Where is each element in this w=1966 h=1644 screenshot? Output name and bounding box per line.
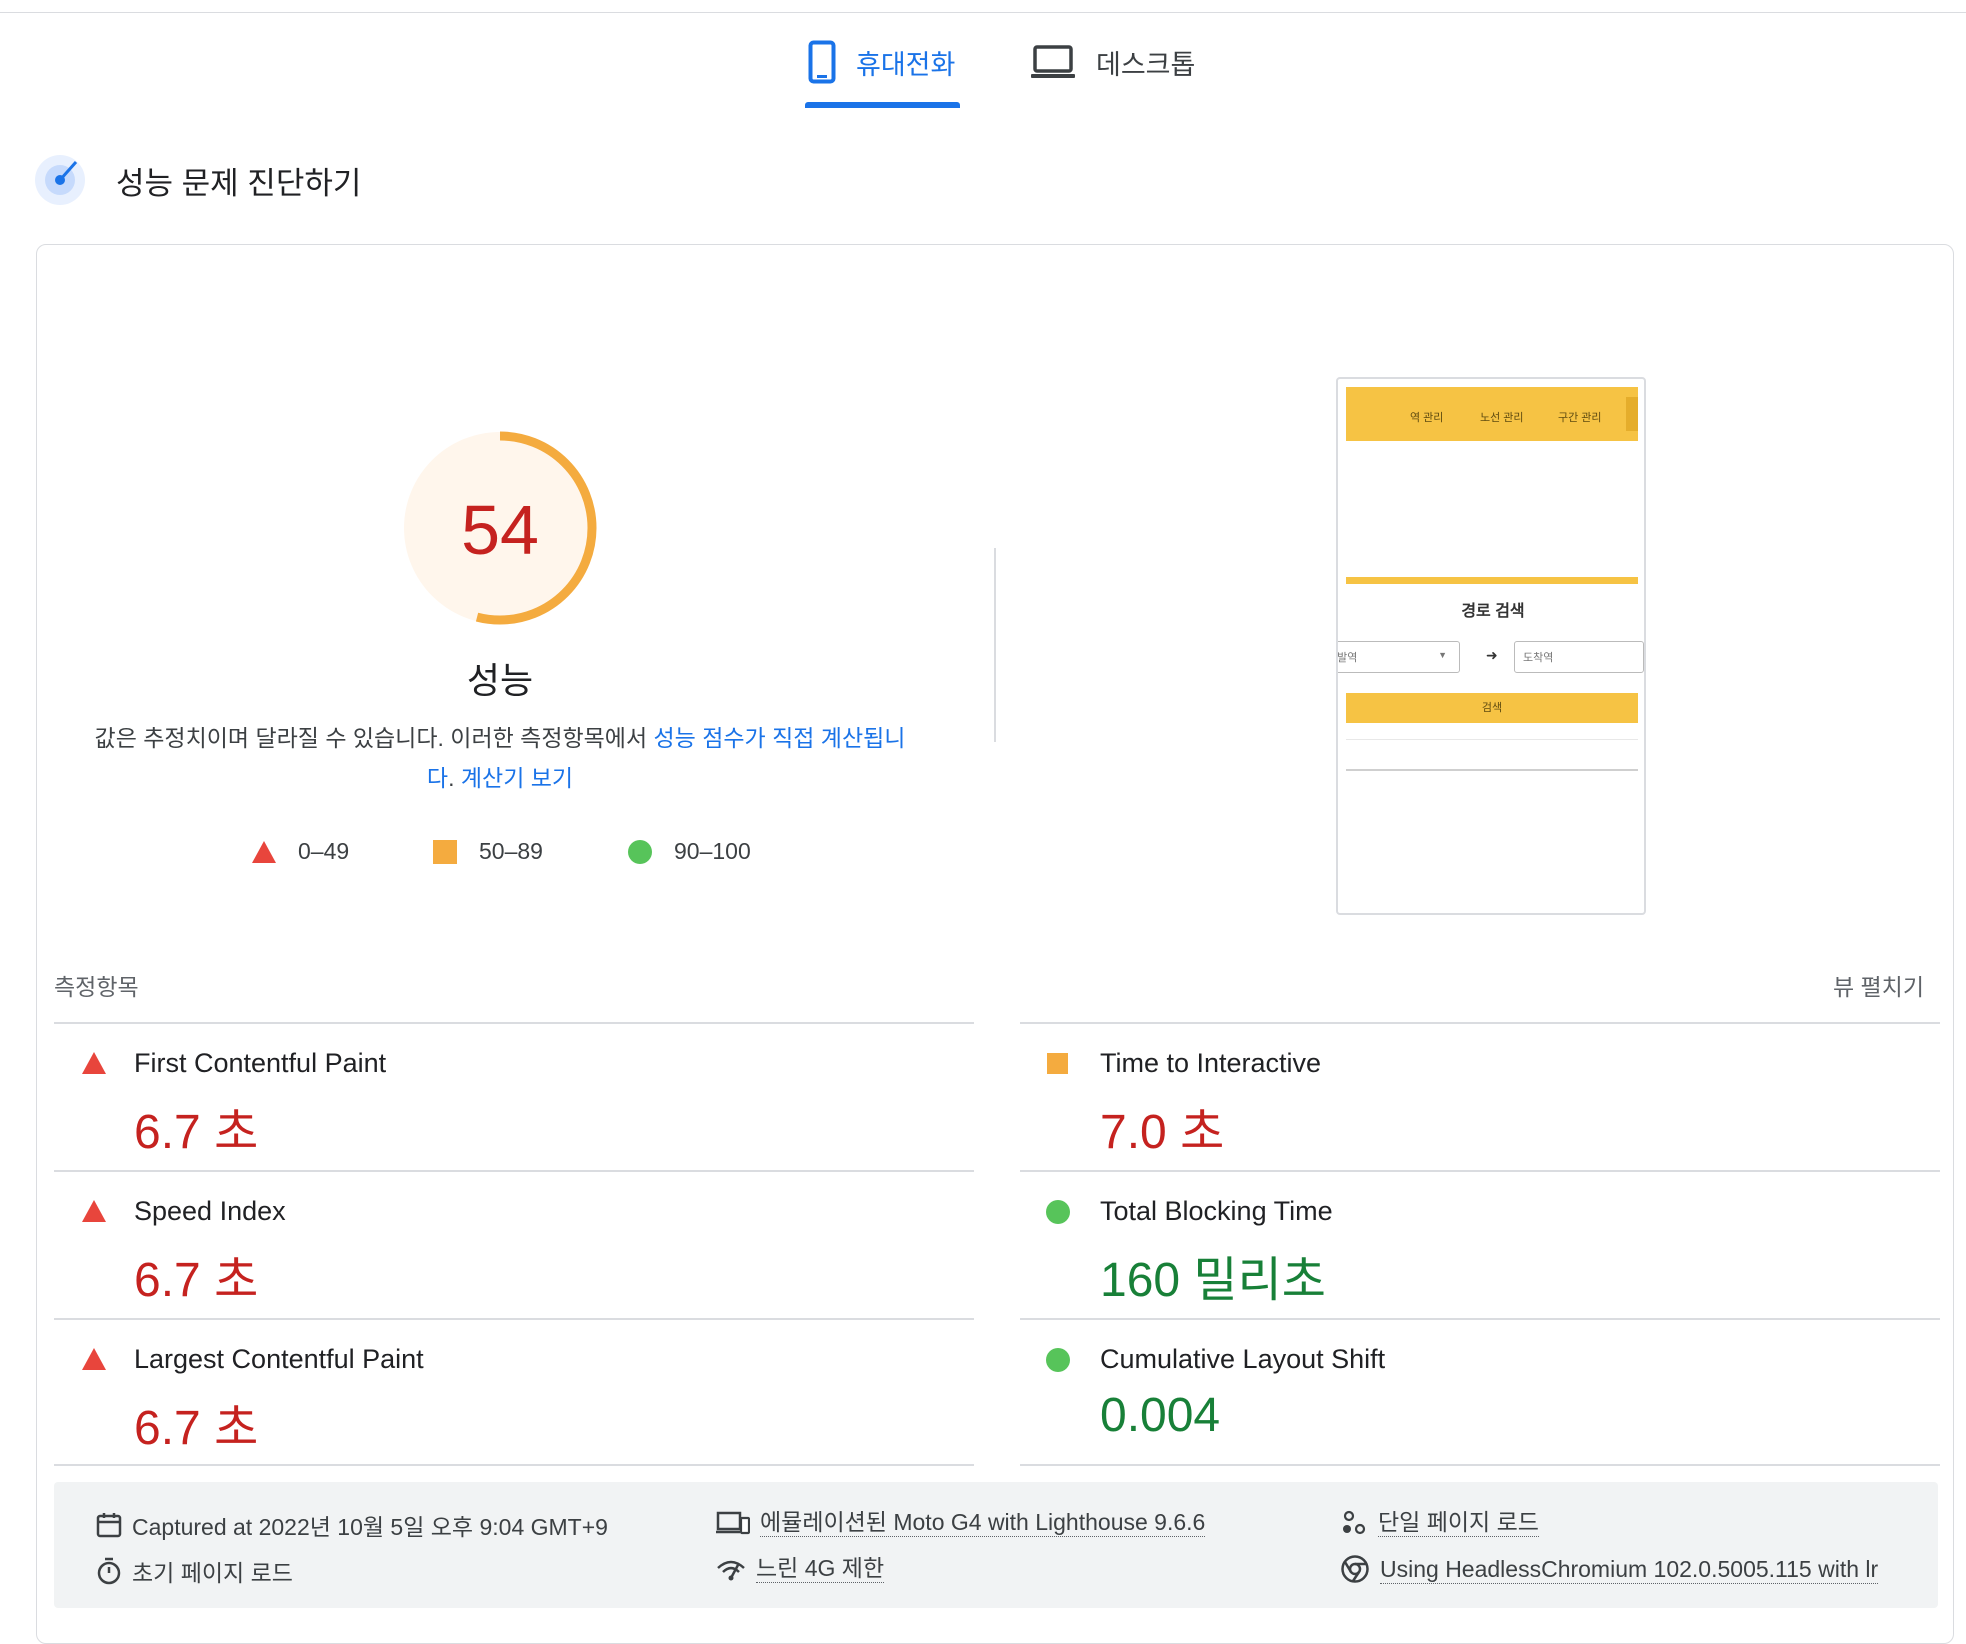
tab-mobile-label: 휴대전화 xyxy=(856,49,956,80)
stopwatch-icon xyxy=(97,1557,121,1585)
metric-value-lcp: 6.7 초 xyxy=(134,1402,259,1455)
metric-name-cls: Cumulative Layout Shift xyxy=(1100,1344,1386,1374)
network-throttling-text: 느린 4G 제한 xyxy=(756,1555,885,1583)
calendar-icon xyxy=(96,1513,122,1538)
chevron-down-icon: ▼ xyxy=(1438,650,1447,660)
metric-divider xyxy=(1020,1170,1940,1172)
arrow-right-icon: ➜ xyxy=(1486,647,1498,663)
metric-name-tti: Time to Interactive xyxy=(1100,1048,1322,1078)
metric-name-fcp: First Contentful Paint xyxy=(134,1048,387,1078)
metric-divider xyxy=(54,1318,974,1320)
metric-divider xyxy=(54,1022,974,1024)
thumb-navbar: 역 관리 노선 관리 구간 관리 xyxy=(1346,387,1638,441)
triangle-icon xyxy=(82,1348,106,1370)
legend-range: 50–89 xyxy=(479,838,543,864)
triangle-icon xyxy=(82,1052,106,1074)
chrome-icon xyxy=(1341,1555,1369,1583)
metric-divider xyxy=(1020,1022,1940,1024)
thumb-search-button: 검색 xyxy=(1346,693,1638,723)
legend-item-good: 90–100 xyxy=(628,838,751,865)
active-tab-indicator xyxy=(805,102,960,108)
thumb-nav-item: 역 관리 xyxy=(1410,412,1444,424)
captured-at-text: Captured at 2022년 10월 5일 오후 9:04 GMT+9 xyxy=(132,1514,608,1540)
triangle-icon xyxy=(82,1200,106,1222)
metric-value-fcp: 6.7 초 xyxy=(134,1106,259,1159)
metric-divider xyxy=(54,1170,974,1172)
metric-name-tbt: Total Blocking Time xyxy=(1100,1196,1333,1226)
description-text: 값은 추정치이며 달라질 수 있습니다. 이러한 측정항목에서 xyxy=(94,725,654,751)
metric-divider xyxy=(1020,1318,1940,1320)
performance-score: 54 xyxy=(461,491,539,569)
single-page-load[interactable]: 단일 페이지 로드 xyxy=(1340,1508,1539,1537)
thumb-nav-item: 노선 관리 xyxy=(1480,412,1524,424)
thumb-arrival-input: 도착역 xyxy=(1514,641,1644,673)
circle-icon xyxy=(1046,1200,1070,1224)
thumb-divider xyxy=(1346,769,1638,771)
metric-divider xyxy=(54,1464,974,1466)
legend-range: 0–49 xyxy=(298,838,350,864)
circle-icon xyxy=(628,839,652,864)
emulated-device-text: 에뮬레이션된 Moto G4 with Lighthouse 9.6.6 xyxy=(760,1509,1206,1537)
top-divider xyxy=(0,12,1966,13)
metric-value-cls: 0.004 xyxy=(1100,1389,1221,1442)
metrics-header: 측정항목 xyxy=(54,974,139,1000)
legend-range: 90–100 xyxy=(674,838,751,864)
thumb-nav-item: 구간 관리 xyxy=(1558,412,1602,424)
runtime-settings xyxy=(54,1482,1938,1608)
devices-icon xyxy=(716,1511,750,1534)
tab-desktop[interactable]: 데스크톱 xyxy=(1030,40,1195,84)
captured-at: Captured at 2022년 10월 5일 오후 9:04 GMT+9 xyxy=(96,1508,608,1542)
section-title: 성능 문제 진단하기 xyxy=(116,166,362,201)
initial-page-load-text: 초기 페이지 로드 xyxy=(132,1560,293,1586)
square-icon xyxy=(433,839,457,864)
legend-item-average: 50–89 xyxy=(433,838,543,865)
initial-page-load: 초기 페이지 로드 xyxy=(96,1554,293,1588)
final-screenshot: 역 관리 노선 관리 구간 관리 경로 검색 출발역 ▼ ➜ 도착역 검색 xyxy=(1336,377,1646,915)
expand-view-toggle[interactable]: 뷰 펼치기 xyxy=(1833,968,1924,1002)
thumb-accent-bar xyxy=(1346,577,1638,584)
thumb-departure-select: 출발역 ▼ xyxy=(1337,641,1460,673)
calculator-link[interactable]: 계산기 보기 xyxy=(461,765,573,791)
metric-name-lcp: Largest Contentful Paint xyxy=(134,1344,424,1374)
vertical-divider xyxy=(994,548,996,742)
signal-icon xyxy=(717,1560,745,1580)
metric-value-tbt: 160 밀리초 xyxy=(1100,1254,1326,1307)
metric-value-si: 6.7 초 xyxy=(134,1254,259,1307)
thumb-title: 경로 검색 xyxy=(1461,603,1525,620)
thumb-departure-text: 출발역 xyxy=(1337,652,1358,664)
sessions-icon xyxy=(1343,1510,1366,1534)
laptop-icon xyxy=(1031,45,1075,78)
circle-icon xyxy=(1046,1348,1070,1372)
report-card xyxy=(36,244,1954,1644)
legend-item-poor: 0–49 xyxy=(252,838,349,865)
metric-value-tti: 7.0 초 xyxy=(1100,1106,1225,1159)
square-icon xyxy=(1047,1053,1068,1074)
performance-label: 성능 xyxy=(466,660,534,701)
tab-mobile[interactable]: 휴대전화 xyxy=(808,40,955,84)
emulated-device[interactable]: 에뮬레이션된 Moto G4 with Lighthouse 9.6.6 xyxy=(716,1508,1206,1537)
single-page-load-text: 단일 페이지 로드 xyxy=(1378,1509,1539,1537)
tab-desktop-label: 데스크톱 xyxy=(1096,49,1196,80)
score-description: 값은 추정치이며 달라질 수 있습니다. 이러한 측정항목에서 성능 점수가 직… xyxy=(94,725,906,791)
browser-version-text: Using HeadlessChromium 102.0.5005.115 wi… xyxy=(1380,1555,1879,1584)
browser-version[interactable]: Using HeadlessChromium 102.0.5005.115 wi… xyxy=(1340,1554,1879,1584)
metric-name-si: Speed Index xyxy=(134,1196,286,1226)
triangle-icon xyxy=(252,840,276,863)
performance-diagnose-icon xyxy=(35,155,85,205)
thumb-divider xyxy=(1346,739,1638,740)
phone-icon xyxy=(808,40,836,84)
metric-divider xyxy=(1020,1464,1940,1466)
network-throttling[interactable]: 느린 4G 제한 xyxy=(716,1554,885,1583)
thumb-nav-button xyxy=(1626,397,1638,431)
